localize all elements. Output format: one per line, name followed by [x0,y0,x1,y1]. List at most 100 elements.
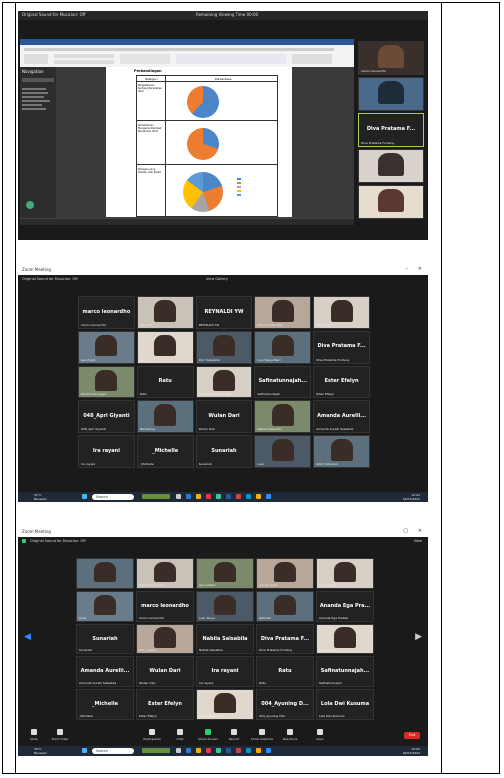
maximize-icon[interactable]: □ [403,528,408,534]
participant-tile[interactable] [358,77,424,111]
participant-tile[interactable]: Nabila Salsabila Nabila Salsabila [196,623,254,655]
participant-tile[interactable]: Muhammad Irfan [254,296,312,329]
taskbar-app-icon[interactable] [256,748,261,753]
taskbar-clock[interactable]: 10:05 02/07/2022 [403,747,420,755]
participant-tile[interactable]: Annisa Putri [256,558,314,589]
taskbar-app-icon[interactable] [236,748,241,753]
participant-tile[interactable]: Sunariah Sunariah [76,623,134,655]
participant-tile[interactable]: Ira rayani Ira rayani [78,435,135,468]
participant-tile[interactable]: marco leonardho [358,41,424,75]
accessibility-icon[interactable] [26,201,34,209]
participant-tile[interactable] [358,149,424,183]
participant-tile[interactable]: Sunariah Sunariah [195,435,253,468]
search-box[interactable]: Search [92,748,134,754]
participant-tile[interactable]: Eka [136,330,194,364]
participant-tile[interactable]: Lyly Asti [136,296,194,329]
close-icon[interactable]: × [418,528,422,534]
participant-tile[interactable]: Diva Pratama F... Diva Pratama Fordany [313,330,370,364]
weather-widget[interactable]: 31°C Berawan [34,493,47,501]
participant-tile[interactable]: Ratu Ratu [136,365,194,399]
start-icon[interactable] [82,748,87,753]
participant-tile[interactable]: 004_Ayuning Dwi [196,689,254,720]
participant-tile[interactable]: marco leonardho marco leonardho [136,590,194,622]
reactions-button[interactable]: Reactions [278,729,302,741]
participant-tile[interactable]: Jhi_Rahmani [316,623,374,655]
next-page-arrow[interactable]: ▶ [415,632,422,642]
participant-tile[interactable]: Aulia [76,590,134,622]
close-icon[interactable]: × [418,266,422,272]
participant-tile[interactable]: Lilyy Amelia [316,558,374,589]
taskbar-app-icon[interactable] [196,494,201,499]
captions-button[interactable]: Show Captions [250,729,274,741]
participant-tile[interactable]: Lola Dwi Kusuma Lola Dwi Kusuma [316,689,374,720]
participant-tile[interactable]: Marketing [136,400,194,434]
participant-tile[interactable]: Amanda Aurelli... Amanda Aurelli Salsabil… [313,400,370,434]
record-button[interactable]: Record [222,729,246,741]
participant-tile[interactable]: Leo Pigrik [78,330,135,364]
taskbar-clock[interactable]: 10:04 02/07/2022 [403,493,420,501]
apps-button[interactable]: Apps [308,729,332,741]
participant-tile[interactable]: Wulan Dari Wulan Dari [136,656,194,688]
view-button[interactable]: View [414,539,422,543]
taskbar-app-icon[interactable] [266,748,271,753]
taskbar-app-icon[interactable] [216,748,221,753]
participant-tile[interactable]: Rhythmaa Uniya [78,365,135,399]
participant-tile[interactable]: Diva Pratama F... Diva Pratama Fordany [256,623,314,655]
participants-button[interactable]: Participants [140,729,164,741]
taskbar-app-icon[interactable] [266,494,271,499]
taskbar-app-icon[interactable] [246,494,251,499]
participant-tile[interactable]: 048_Apri Giyanti 048_Apri Giyanti [78,400,135,434]
participant-tile[interactable]: Nabila Salsabilla [254,400,312,434]
participant-tile[interactable]: Ira rayani Ira rayani [196,656,254,688]
minimize-icon[interactable]: – [406,266,409,272]
participant-tile[interactable]: Lulu Tasya Marc [254,330,312,364]
participant-tile[interactable]: Ayu Lestari [196,558,254,589]
taskbar-app-icon[interactable] [142,494,170,499]
taskbar-app-icon[interactable] [176,494,181,499]
participant-tile[interactable]: 051_Lestari [136,623,194,655]
participant-tile[interactable]: _Michelle _Michelle [76,689,134,720]
participant-tile[interactable]: Wulan Dari Wulan Dari [195,400,253,434]
participant-tile[interactable]: 004_Ayuning D... 004_Ayuning Dwi [256,689,314,720]
taskbar-app-icon[interactable] [256,494,261,499]
participant-tile[interactable]: marco leonardho marco leonardho [78,296,135,329]
active-speaker-tile[interactable]: Diva Pratama F... Diva Pratama Fordany [358,113,424,147]
participant-tile[interactable]: Odid Oktaviani [313,435,370,468]
participant-tile[interactable]: Ratu Ratu [256,656,314,688]
taskbar-app-icon[interactable] [226,748,231,753]
participant-tile[interactable]: Putri Salsabila [195,330,253,364]
end-button[interactable]: End [404,732,420,739]
participant-tile[interactable]: REYNALDI YW REYNALDI YW [195,296,253,329]
taskbar-app-icon[interactable] [226,494,231,499]
taskbar-app-icon[interactable] [216,494,221,499]
shield-icon[interactable] [22,539,26,543]
taskbar-app-icon[interactable] [186,494,191,499]
participant-tile[interactable]: Lulu Tasya [196,590,254,622]
weather-widget[interactable]: 30°C Berawan [34,747,47,755]
participant-tile[interactable]: Lala [254,435,312,468]
participant-tile[interactable]: Safinatunnajah... Safinatunnajah [316,656,374,688]
view-button[interactable]: View Gallery [206,277,228,281]
taskbar-app-icon[interactable] [206,494,211,499]
participant-tile[interactable]: Ester Efelyn Ester Efelyn [313,365,370,399]
participant-tile[interactable]: Wulandari [313,296,370,329]
navigation-pane[interactable]: Navigation [20,67,56,219]
participant-tile[interactable] [76,558,134,589]
participant-tile[interactable]: Muhammad Irfan [136,558,194,589]
taskbar-app-icon[interactable] [246,748,251,753]
share-screen-button[interactable]: Share Screen [196,729,220,741]
participant-tile[interactable]: Ananda Ega Pra... Ananda Ega Pratiwi [316,590,374,622]
participant-tile[interactable]: Ester Efelyn Ester Efelyn [136,689,194,720]
participant-tile[interactable]: Amanda Aurelli... Amanda Aurelli Salsabil… [76,656,134,688]
participant-tile[interactable]: Safinatunnajah... Safinatunnajah [254,365,312,399]
taskbar-app-icon[interactable] [236,494,241,499]
search-box[interactable]: Search [92,494,134,500]
taskbar-app-icon[interactable] [196,748,201,753]
mute-button[interactable]: Mute [22,729,46,741]
video-button[interactable]: Start Video [48,729,72,741]
taskbar-app-icon[interactable] [142,748,170,753]
start-icon[interactable] [82,494,87,499]
participant-tile[interactable] [358,185,424,219]
taskbar-app-icon[interactable] [176,748,181,753]
taskbar-app-icon[interactable] [186,748,191,753]
